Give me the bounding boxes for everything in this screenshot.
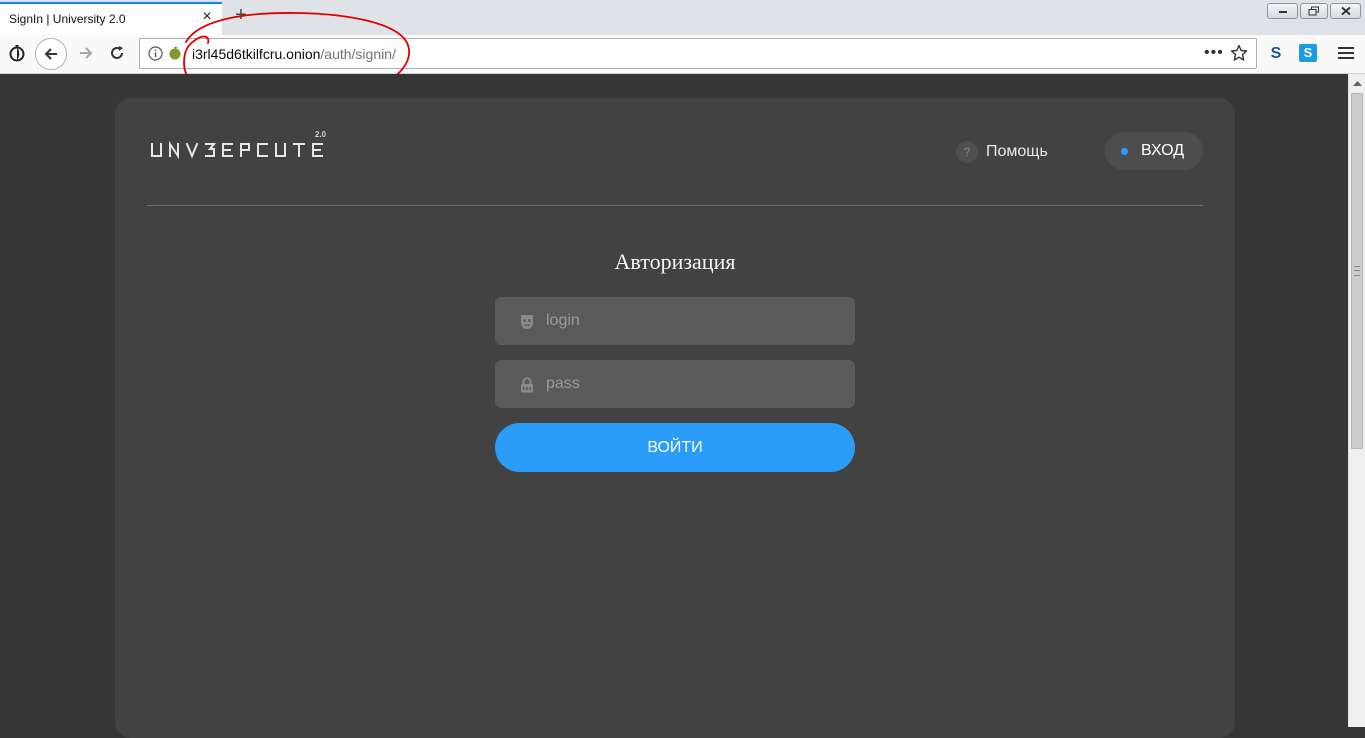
onion-site-icon (169, 47, 181, 60)
active-dot-icon (1121, 147, 1128, 155)
site-logo[interactable]: 2.0 (150, 130, 335, 162)
header-divider (147, 205, 1203, 206)
browser-tab[interactable]: SignIn | University 2.0 × (0, 2, 222, 35)
help-label: Помощь (986, 143, 1048, 160)
scrollbar-grip-icon (1354, 266, 1360, 276)
minimize-window-button[interactable] (1267, 3, 1298, 19)
skype-extension-icon[interactable]: S (1299, 44, 1317, 62)
close-tab-icon[interactable]: × (199, 9, 215, 25)
submit-login-button[interactable]: ВОЙТИ (495, 423, 855, 472)
user-mask-icon (521, 315, 533, 329)
close-window-icon (1340, 6, 1351, 16)
tab-title: SignIn | University 2.0 (9, 12, 126, 26)
scrollbar-thumb[interactable] (1351, 93, 1363, 449)
arrow-right-icon (80, 47, 93, 59)
minimize-icon (1278, 11, 1287, 13)
hamburger-menu-icon[interactable] (1338, 46, 1354, 60)
extension-s-icon[interactable]: S (1266, 44, 1286, 64)
reload-icon (111, 46, 123, 59)
login-nav-button[interactable]: ВХОД (1105, 132, 1203, 170)
arrow-left-icon (44, 48, 57, 60)
login-nav-label: ВХОД (1141, 142, 1185, 159)
url-host: i3rl45d6tkilfcru.onion (192, 46, 321, 62)
logo-version: 2.0 (315, 130, 327, 139)
site-info-icon[interactable] (148, 46, 163, 61)
login-field[interactable] (495, 297, 855, 345)
password-field[interactable] (495, 360, 855, 408)
scroll-up-arrow-icon[interactable] (1349, 74, 1365, 91)
login-input[interactable] (546, 297, 836, 345)
back-button[interactable] (35, 38, 67, 70)
tab-bar: SignIn | University 2.0 × + (0, 0, 1365, 36)
form-title: Авторизация (614, 249, 736, 274)
page-actions-menu-icon[interactable]: ••• (1204, 44, 1224, 62)
close-window-button[interactable] (1330, 3, 1361, 19)
password-input[interactable] (546, 360, 836, 408)
new-tab-icon[interactable]: + (232, 5, 250, 25)
restore-window-button[interactable] (1300, 3, 1328, 19)
help-icon: ? (956, 141, 978, 163)
lock-icon (521, 377, 533, 393)
vertical-scrollbar[interactable] (1348, 74, 1365, 727)
tor-onion-icon[interactable] (2, 38, 32, 68)
reload-button[interactable] (102, 38, 132, 68)
main-card (115, 98, 1235, 738)
bookmark-star-icon[interactable] (1230, 44, 1248, 62)
url-text[interactable]: i3rl45d6tkilfcru.onion/auth/signin/ (192, 46, 396, 62)
forward-button[interactable] (71, 38, 101, 68)
logo-icon (151, 140, 323, 160)
address-bar[interactable]: i3rl45d6tkilfcru.onion/auth/signin/ ••• (139, 38, 1257, 69)
restore-icon (1308, 6, 1319, 16)
url-path: /auth/signin/ (320, 46, 396, 62)
help-link[interactable]: ? Помощь (956, 141, 1048, 163)
